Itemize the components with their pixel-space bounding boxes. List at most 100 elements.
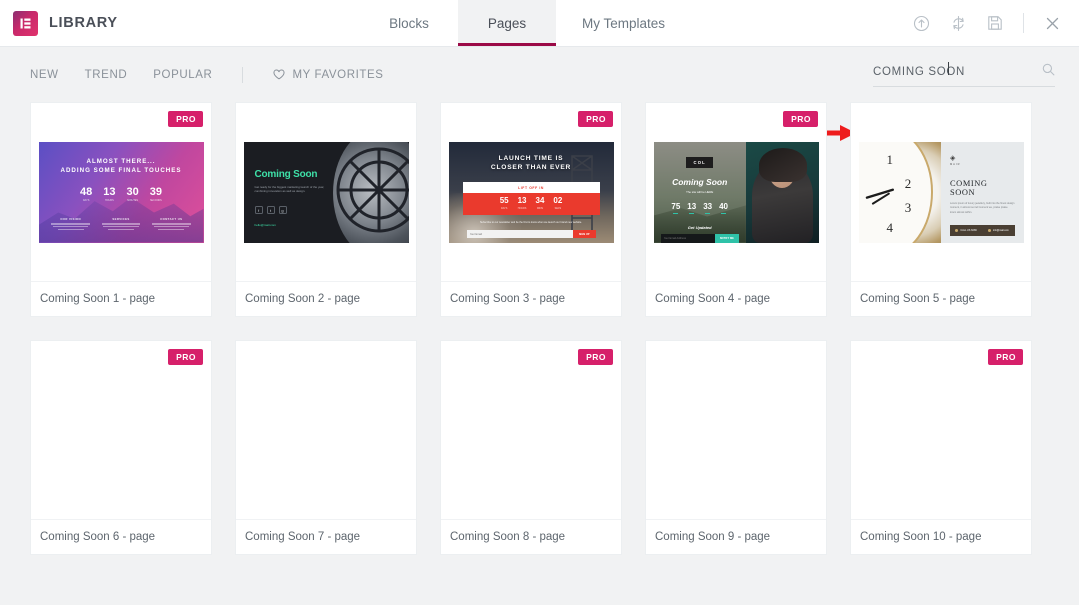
card-thumbnail: We are almost ready... Enter your name a…: [646, 341, 826, 519]
column-title: OUR VISION: [60, 217, 81, 222]
countdown: 75 13 33 40: [654, 201, 746, 214]
pro-badge: PRO: [988, 349, 1023, 365]
countdown-value: 39: [149, 185, 162, 198]
countdown-unit: HOURS: [517, 206, 527, 210]
countdown-unit: MINUTES: [127, 199, 138, 203]
pro-badge: PRO: [168, 349, 203, 365]
filter-my-favorites[interactable]: MY FAVORITES: [273, 69, 383, 81]
thumb-logo: COL: [686, 156, 713, 168]
tab-my-templates[interactable]: My Templates: [556, 0, 691, 46]
template-card[interactable]: Coming Soon Get ready for the biggest ma…: [235, 102, 417, 317]
card-thumbnail: ALMOST THERE... ADDING SOME FINAL TOUCHE…: [31, 103, 211, 281]
card-thumbnail: 1 2 3 4 ◈ MAIR COMING SOON Lorem ipsum o…: [851, 103, 1031, 281]
brand: LIBRARY: [0, 0, 360, 46]
filter-popular[interactable]: POPULAR: [153, 69, 212, 81]
template-card[interactable]: PRO COL Coming Soon The site will be HER…: [645, 102, 827, 317]
thumb-button: CALL US NOW: [960, 228, 977, 232]
thumb-heading-line1: LAUNCH TIME IS: [498, 154, 564, 162]
card-label: Coming Soon 2 - page: [236, 281, 416, 316]
close-icon[interactable]: [1044, 15, 1061, 32]
template-card[interactable]: We are almost ready... Enter your name a…: [645, 340, 827, 555]
countdown-value: 34: [535, 196, 545, 206]
template-card[interactable]: UNDER CONSTRUCTION We are here at the ma…: [235, 340, 417, 555]
thumb-coming-soon-9: We are almost ready... Enter your name a…: [654, 380, 819, 481]
pro-badge: PRO: [578, 111, 613, 127]
countdown-unit: DAYS: [82, 199, 90, 203]
save-icon[interactable]: [987, 15, 1003, 31]
filter-new[interactable]: NEW: [30, 69, 59, 81]
card-label: Coming Soon 7 - page: [236, 519, 416, 554]
card-thumbnail: ✿hubeck fto COMING SOON 30DAYS 23HOURS 2…: [851, 341, 1031, 519]
page-title: LIBRARY: [49, 15, 118, 31]
filter-trend[interactable]: TREND: [85, 69, 128, 81]
template-card[interactable]: PRO LAUNCH TIME IS CLOSER THAN EVER LIFT…: [440, 102, 622, 317]
countdown-unit: MINS: [536, 206, 543, 210]
thumb-heading-line2: ADDING SOME FINAL TOUCHES: [60, 167, 182, 175]
thumb-paragraph: Get ready for the biggest marketing laun…: [254, 184, 325, 194]
divider: [1023, 13, 1024, 33]
signup-button: SIGN UP: [572, 230, 596, 239]
email-field: [466, 230, 573, 239]
form-title: Get Updated: [687, 224, 712, 230]
template-card[interactable]: PRO NEW SITE COMING U: [440, 340, 622, 555]
template-card[interactable]: PRO UNDER CONSTRUCTION Our services will…: [30, 340, 212, 555]
column-title: CONTACT US: [160, 217, 183, 222]
twitter-icon: t: [266, 206, 275, 215]
thumb-heading: Coming Soon: [254, 168, 318, 180]
thumb-coming-soon-5: 1 2 3 4 ◈ MAIR COMING SOON Lorem ipsum o…: [858, 141, 1024, 243]
sync-icon[interactable]: [950, 15, 967, 32]
card-label: Coming Soon 1 - page: [31, 281, 211, 316]
thumb-heading-line2: CLOSER THAN EVER: [490, 164, 572, 172]
tab-pages[interactable]: Pages: [458, 0, 556, 46]
thumb-heading-line1: ALMOST THERE...: [86, 157, 156, 165]
template-card[interactable]: PRO ALMOST THERE... ADDING SOME FINAL TO…: [30, 102, 212, 317]
countdown-value: 75: [671, 201, 681, 211]
countdown-value: 30: [126, 185, 139, 198]
countdown-unit: HOURS: [105, 199, 114, 203]
search-field[interactable]: [873, 61, 1055, 87]
pro-badge: PRO: [168, 111, 203, 127]
search-input[interactable]: [873, 65, 1036, 78]
template-card[interactable]: 1 2 3 4 ◈ MAIR COMING SOON Lorem ipsum o…: [850, 102, 1032, 317]
search-icon[interactable]: [1042, 63, 1055, 81]
library-tabs: Blocks Pages My Templates: [360, 0, 691, 46]
card-thumbnail: Coming Soon Get ready for the biggest ma…: [236, 103, 416, 281]
countdown-value: 13: [103, 185, 116, 198]
thumb-button: info@mail.com: [992, 228, 1009, 232]
card-thumbnail: LAUNCH TIME IS CLOSER THAN EVER LIFT OFF…: [441, 103, 621, 281]
card-label: Coming Soon 9 - page: [646, 519, 826, 554]
thumb-logo-name: MAIR: [950, 162, 961, 166]
filter-group: NEW TREND POPULAR MY FAVORITES: [30, 66, 384, 83]
card-label: Coming Soon 6 - page: [31, 519, 211, 554]
thumb-heading: Coming Soon: [672, 176, 728, 187]
elementor-logo-icon: [13, 10, 38, 36]
countdown-value: 02: [553, 196, 563, 206]
thumb-paragraph: Lorem ipsum of luxury jewellery, built i…: [950, 201, 1015, 215]
notify-button: NOTIFY ME: [714, 233, 739, 243]
countdown: 55 DAYS 13 HOURS 34 MINS 02 SECS: [463, 197, 600, 210]
thumb-coming-soon-7: UNDER CONSTRUCTION We are here at the ma…: [244, 380, 409, 481]
card-thumbnail: UNDER CONSTRUCTION We are here at the ma…: [236, 341, 416, 519]
card-thumbnail: UNDER CONSTRUCTION Our services will be …: [31, 341, 211, 519]
thumb-coming-soon-6: UNDER CONSTRUCTION Our services will be …: [39, 380, 204, 481]
thumb-heading: COMING SOON: [950, 178, 988, 197]
countdown-unit: DAYS: [500, 206, 508, 210]
card-label: Coming Soon 5 - page: [851, 281, 1031, 316]
favorites-label: MY FAVORITES: [292, 68, 384, 81]
header-actions: [913, 0, 1079, 46]
diamond-icon: ◈: [950, 154, 956, 162]
app-header: LIBRARY Blocks Pages My Templates: [0, 0, 1079, 47]
upload-icon[interactable]: [913, 15, 930, 32]
divider: [242, 66, 244, 83]
template-card[interactable]: PRO ✿hubeck fto COMING SOON 30DAYS 23HOU…: [850, 340, 1032, 555]
countdown-unit: SECS: [554, 206, 562, 210]
tab-blocks[interactable]: Blocks: [360, 0, 458, 46]
facebook-icon: f: [254, 206, 263, 215]
countdown-value: 13: [517, 196, 527, 206]
thumb-email: hello@mail.com: [254, 223, 276, 228]
card-label: Coming Soon 8 - page: [441, 519, 621, 554]
card-label: Coming Soon 4 - page: [646, 281, 826, 316]
thumb-coming-soon-2: Coming Soon Get ready for the biggest ma…: [243, 141, 409, 243]
text-caret: [948, 61, 949, 75]
card-label: Coming Soon 10 - page: [851, 519, 1031, 554]
